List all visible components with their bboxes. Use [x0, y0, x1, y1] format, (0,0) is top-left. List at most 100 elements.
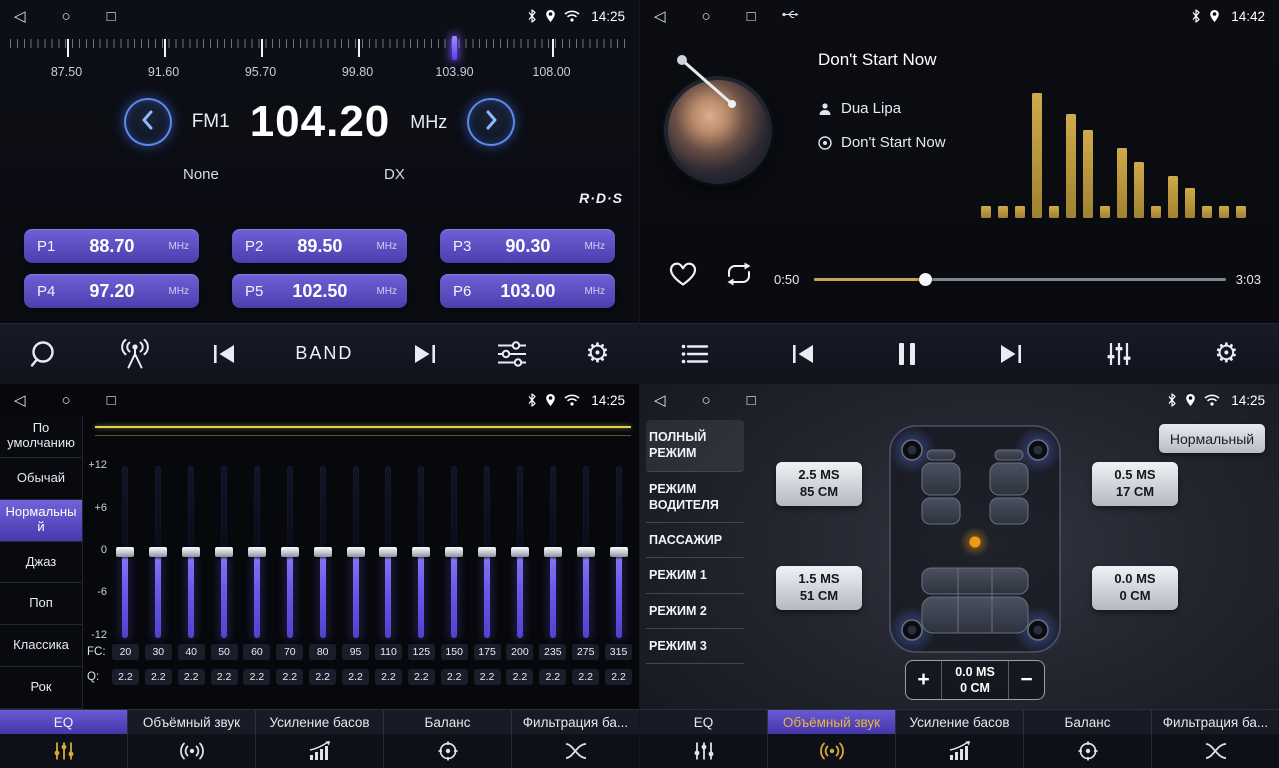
mode-driver[interactable]: РЕЖИМ ВОДИТЕЛЯ: [646, 472, 744, 524]
settings-button[interactable]: ⚙: [1214, 340, 1238, 367]
prev-track-button[interactable]: [211, 343, 237, 365]
filter-tab-icon[interactable]: [512, 734, 639, 768]
eq-band-slider[interactable]: [378, 466, 398, 638]
tab-surround[interactable]: Объёмный звук: [128, 710, 256, 734]
recents-button[interactable]: □: [107, 9, 116, 24]
settings-button[interactable]: ⚙: [585, 340, 609, 367]
tab-surround[interactable]: Объёмный звук: [768, 710, 896, 734]
radio-preset-button[interactable]: P5 102.50 MHz: [232, 274, 407, 308]
slider-knob[interactable]: [577, 547, 595, 557]
eq-preset-normal[interactable]: Нормальный: [0, 500, 82, 542]
band-button[interactable]: BAND: [295, 343, 353, 364]
eq-band-slider[interactable]: [280, 466, 300, 638]
delay-rear-right-button[interactable]: 0.0 MS 0 CM: [1092, 566, 1178, 610]
back-button[interactable]: ◁: [654, 393, 666, 408]
slider-knob[interactable]: [149, 547, 167, 557]
eq-band-slider[interactable]: [247, 466, 267, 638]
eq-tab-icon[interactable]: [0, 734, 128, 768]
filter-tab-icon[interactable]: [1152, 734, 1279, 768]
radio-preset-button[interactable]: P6 103.00 MHz: [440, 274, 615, 308]
mode-2[interactable]: РЕЖИМ 2: [646, 594, 744, 629]
eq-band-slider[interactable]: [214, 466, 234, 638]
tab-balance[interactable]: Баланс: [384, 710, 512, 734]
slider-knob[interactable]: [182, 547, 200, 557]
next-track-button[interactable]: [412, 343, 438, 365]
eq-preset-jazz[interactable]: Джаз: [0, 542, 82, 584]
delay-front-right-button[interactable]: 0.5 MS 17 CM: [1092, 462, 1178, 506]
surround-tab-icon[interactable]: [128, 734, 256, 768]
back-button[interactable]: ◁: [14, 9, 26, 24]
home-button[interactable]: ○: [62, 393, 71, 408]
slider-knob[interactable]: [314, 547, 332, 557]
slider-knob[interactable]: [116, 547, 134, 557]
eq-tab-icon[interactable]: [640, 734, 768, 768]
slider-knob[interactable]: [379, 547, 397, 557]
eq-band-slider[interactable]: [346, 466, 366, 638]
surround-tab-icon[interactable]: [768, 734, 896, 768]
delay-front-left-button[interactable]: 2.5 MS 85 CM: [776, 462, 862, 506]
eq-preset-pop[interactable]: Поп: [0, 583, 82, 625]
tab-bass-boost[interactable]: Усиление басов: [896, 710, 1024, 734]
radio-preset-button[interactable]: P1 88.70 MHz: [24, 229, 199, 263]
recents-button[interactable]: □: [107, 393, 116, 408]
next-track-button[interactable]: [998, 343, 1024, 365]
eq-band-slider[interactable]: [510, 466, 530, 638]
prev-track-button[interactable]: [790, 343, 816, 365]
home-button[interactable]: ○: [702, 9, 711, 24]
home-button[interactable]: ○: [62, 9, 71, 24]
recents-button[interactable]: □: [747, 9, 756, 24]
slider-knob[interactable]: [248, 547, 266, 557]
mode-3[interactable]: РЕЖИМ 3: [646, 629, 744, 664]
tab-eq[interactable]: EQ: [0, 710, 128, 734]
balance-tab-icon[interactable]: [384, 734, 512, 768]
home-button[interactable]: ○: [702, 393, 711, 408]
radio-preset-button[interactable]: P3 90.30 MHz: [440, 229, 615, 263]
delay-increase-button[interactable]: +: [906, 661, 941, 699]
slider-knob[interactable]: [511, 547, 529, 557]
eq-preset-custom[interactable]: Обычай: [0, 458, 82, 500]
playlist-button[interactable]: [681, 343, 709, 365]
eq-preset-rock[interactable]: Рок: [0, 667, 82, 709]
slider-knob[interactable]: [215, 547, 233, 557]
eq-band-slider[interactable]: [444, 466, 464, 638]
mode-passenger[interactable]: ПАССАЖИР: [646, 523, 744, 558]
recents-button[interactable]: □: [747, 393, 756, 408]
slider-knob[interactable]: [445, 547, 463, 557]
slider-knob[interactable]: [544, 547, 562, 557]
tab-balance[interactable]: Баланс: [1024, 710, 1152, 734]
bass-boost-tab-icon[interactable]: [896, 734, 1024, 768]
eq-band-slider[interactable]: [543, 466, 563, 638]
radio-preset-button[interactable]: P4 97.20 MHz: [24, 274, 199, 308]
slider-knob[interactable]: [412, 547, 430, 557]
slider-knob[interactable]: [281, 547, 299, 557]
back-button[interactable]: ◁: [654, 9, 666, 24]
eq-band-slider[interactable]: [576, 466, 596, 638]
progress-thumb[interactable]: [919, 273, 932, 286]
eq-band-slider[interactable]: [609, 466, 629, 638]
eq-band-slider[interactable]: [313, 466, 333, 638]
favorite-button[interactable]: [668, 260, 698, 292]
tab-filter[interactable]: Фильтрация ба...: [1152, 710, 1279, 734]
eq-band-slider[interactable]: [115, 466, 135, 638]
progress-slider[interactable]: [814, 270, 1226, 288]
slider-knob[interactable]: [347, 547, 365, 557]
eq-band-slider[interactable]: [181, 466, 201, 638]
sound-preset-button[interactable]: Нормальный: [1159, 424, 1265, 453]
bass-boost-tab-icon[interactable]: [256, 734, 384, 768]
tune-settings-button[interactable]: [497, 341, 527, 367]
eq-preset-default[interactable]: По умолчанию: [0, 416, 82, 458]
prev-station-button[interactable]: [124, 98, 172, 146]
next-station-button[interactable]: [467, 98, 515, 146]
repeat-button[interactable]: [724, 262, 754, 291]
mode-full[interactable]: ПОЛНЫЙ РЕЖИМ: [646, 420, 744, 472]
tuner-scale[interactable]: 87.5091.6095.7099.80103.90108.00: [0, 34, 639, 82]
radio-preset-button[interactable]: P2 89.50 MHz: [232, 229, 407, 263]
slider-knob[interactable]: [478, 547, 496, 557]
delay-rear-left-button[interactable]: 1.5 MS 51 CM: [776, 566, 862, 610]
eq-band-slider[interactable]: [411, 466, 431, 638]
slider-knob[interactable]: [610, 547, 628, 557]
equalizer-button[interactable]: [1105, 341, 1133, 367]
tab-filter[interactable]: Фильтрация ба...: [512, 710, 639, 734]
balance-tab-icon[interactable]: [1024, 734, 1152, 768]
tab-bass-boost[interactable]: Усиление басов: [256, 710, 384, 734]
